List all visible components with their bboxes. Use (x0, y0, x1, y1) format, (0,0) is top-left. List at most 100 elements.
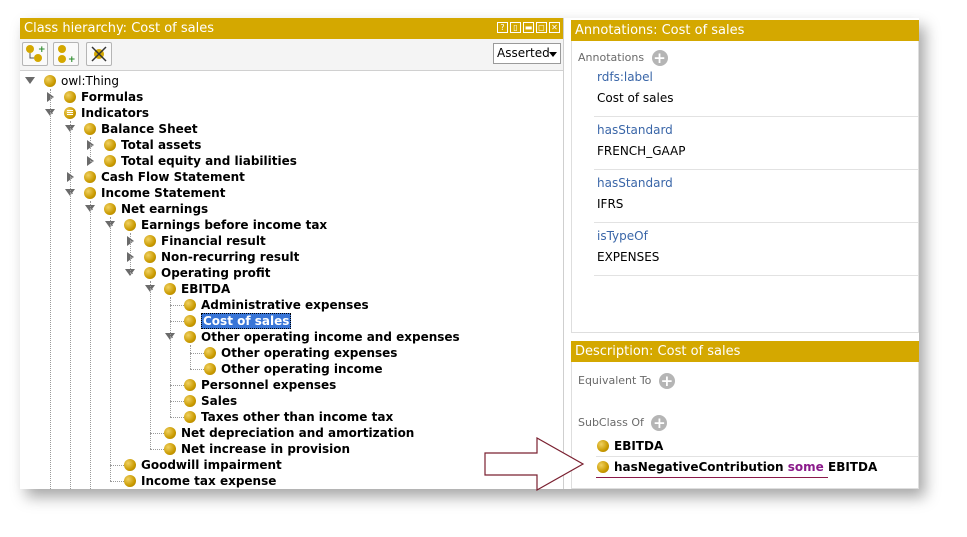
svg-text:+: + (38, 45, 46, 55)
maximize-icon[interactable]: ◻ (536, 22, 547, 33)
annotation-value: EXPENSES (597, 250, 660, 264)
add-subclass-button[interactable]: + (22, 42, 48, 66)
class-icon (84, 171, 96, 183)
tree-node-label: EBITDA (181, 282, 231, 296)
superclass-expression: hasNegativeContribution some EBITDA (614, 459, 877, 475)
annotation-property[interactable]: hasStandard (597, 176, 673, 190)
close-icon[interactable]: ✕ (549, 22, 560, 33)
class-icon (164, 443, 176, 455)
tree-node-label: Balance Sheet (101, 122, 198, 136)
expression-part: EBITDA (823, 460, 878, 474)
class-icon (184, 379, 196, 391)
tree-node-label: Non-recurring result (161, 250, 300, 264)
svg-text:+: + (68, 55, 76, 65)
class-icon (44, 75, 56, 87)
class-icon (597, 440, 609, 452)
tree-connector (90, 201, 91, 489)
tree-connector (50, 89, 51, 489)
annotation-separator (594, 222, 918, 223)
tree-node-label: Earnings before income tax (141, 218, 328, 232)
annotation-property[interactable]: isTypeOf (597, 229, 648, 243)
panel-title-text: Annotations: Cost of sales (575, 23, 745, 38)
owl-keyword: some (787, 460, 824, 474)
panel-title-text: Description: Cost of sales (575, 344, 741, 359)
class-icon (597, 461, 609, 473)
class-icon (184, 315, 196, 327)
annotations-body: Annotations + rdfs:label Cost of sales has… (571, 41, 919, 333)
superclass-separator (596, 456, 918, 457)
tree-connector (170, 385, 184, 386)
view-mode-value: Asserted (497, 46, 550, 60)
add-sibling-button[interactable]: + (53, 42, 79, 66)
expression-part: EBITDA (614, 439, 664, 453)
view-mode-select[interactable]: Asserted (493, 43, 561, 64)
annotation-separator (594, 169, 918, 170)
annotation-property[interactable]: rdfs:label (597, 70, 653, 84)
class-icon (84, 187, 96, 199)
class-icon (124, 459, 136, 471)
hierarchy-toolbar: + + Asserted (20, 39, 563, 71)
window-buttons: ? ▯ ▬ ◻ ✕ (497, 22, 560, 33)
tree-node-label-selected: Cost of sales (201, 313, 292, 329)
tree-node-label: Net increase in provision (181, 442, 351, 456)
class-icon (104, 139, 116, 151)
tree-node-label: Operating profit (161, 266, 271, 280)
class-icon (144, 251, 156, 263)
tree-node-label: Total equity and liabilities (121, 154, 297, 168)
superclass-expression: EBITDA (614, 438, 663, 454)
tree-node-label: Net earnings (121, 202, 209, 216)
tree-node-label: Formulas (81, 90, 144, 104)
tree-connector (170, 297, 171, 417)
add-equivalent-icon[interactable]: + (658, 373, 675, 389)
annotation-separator (594, 116, 918, 117)
tree-connector (190, 353, 204, 354)
tree-node-label: Other operating income and expenses (201, 330, 460, 344)
tree-node-label: Taxes other than income tax (201, 410, 394, 424)
delete-class-icon (91, 46, 107, 62)
class-icon (124, 219, 136, 231)
split-icon[interactable]: ▯ (510, 22, 521, 33)
class-icon (164, 283, 176, 295)
minimize-icon[interactable]: ▬ (523, 22, 534, 33)
class-icon (84, 123, 96, 135)
annotation-property[interactable]: hasStandard (597, 123, 673, 137)
tree-connector (170, 321, 184, 322)
equivalent-class-icon (64, 107, 76, 119)
tree-node-label: Other operating income (221, 362, 383, 376)
tree-node-label: Sales (201, 394, 238, 408)
tree-connector (190, 369, 204, 370)
tree-node-label: Indicators (81, 106, 149, 120)
description-panel: Description: Cost of sales Equivalent To… (571, 341, 919, 489)
tree-node-label: Cash Flow Statement (101, 170, 245, 184)
tree-connector (90, 137, 91, 161)
annotations-panel: Annotations: Cost of sales Annotations +… (571, 20, 919, 333)
class-hierarchy-title: Class hierarchy: Cost of sales ? ▯ ▬ ◻ ✕ (20, 18, 563, 39)
tree-connector (130, 273, 132, 274)
class-icon (144, 235, 156, 247)
annotations-header: Annotations + (578, 50, 668, 66)
tree-connector (110, 217, 111, 481)
annotation-value: Cost of sales (597, 91, 674, 105)
tree-connector (70, 121, 71, 489)
class-icon (164, 427, 176, 439)
add-annotation-icon[interactable]: + (651, 50, 668, 66)
tree-node-label: Personnel expenses (201, 378, 337, 392)
tree-connector (170, 417, 184, 418)
class-icon (184, 299, 196, 311)
collapse-triangle-icon[interactable] (25, 77, 35, 84)
tree-connector (110, 465, 124, 466)
tree-connector (190, 345, 191, 369)
tree-node-label: Administrative expenses (201, 298, 369, 312)
class-icon (184, 331, 196, 343)
tree-node-label: Total assets (121, 138, 202, 152)
equivalent-to-header: Equivalent To + (578, 373, 675, 389)
tree-node-label: Net depreciation and amortization (181, 426, 415, 440)
class-icon (184, 411, 196, 423)
help-icon[interactable]: ? (497, 22, 508, 33)
class-icon (124, 475, 136, 487)
tree-node-label: Financial result (161, 234, 266, 248)
add-superclass-icon[interactable]: + (651, 415, 668, 431)
tree-connector (150, 281, 151, 449)
callout-arrow-icon (484, 437, 585, 491)
delete-class-button[interactable] (86, 42, 112, 66)
